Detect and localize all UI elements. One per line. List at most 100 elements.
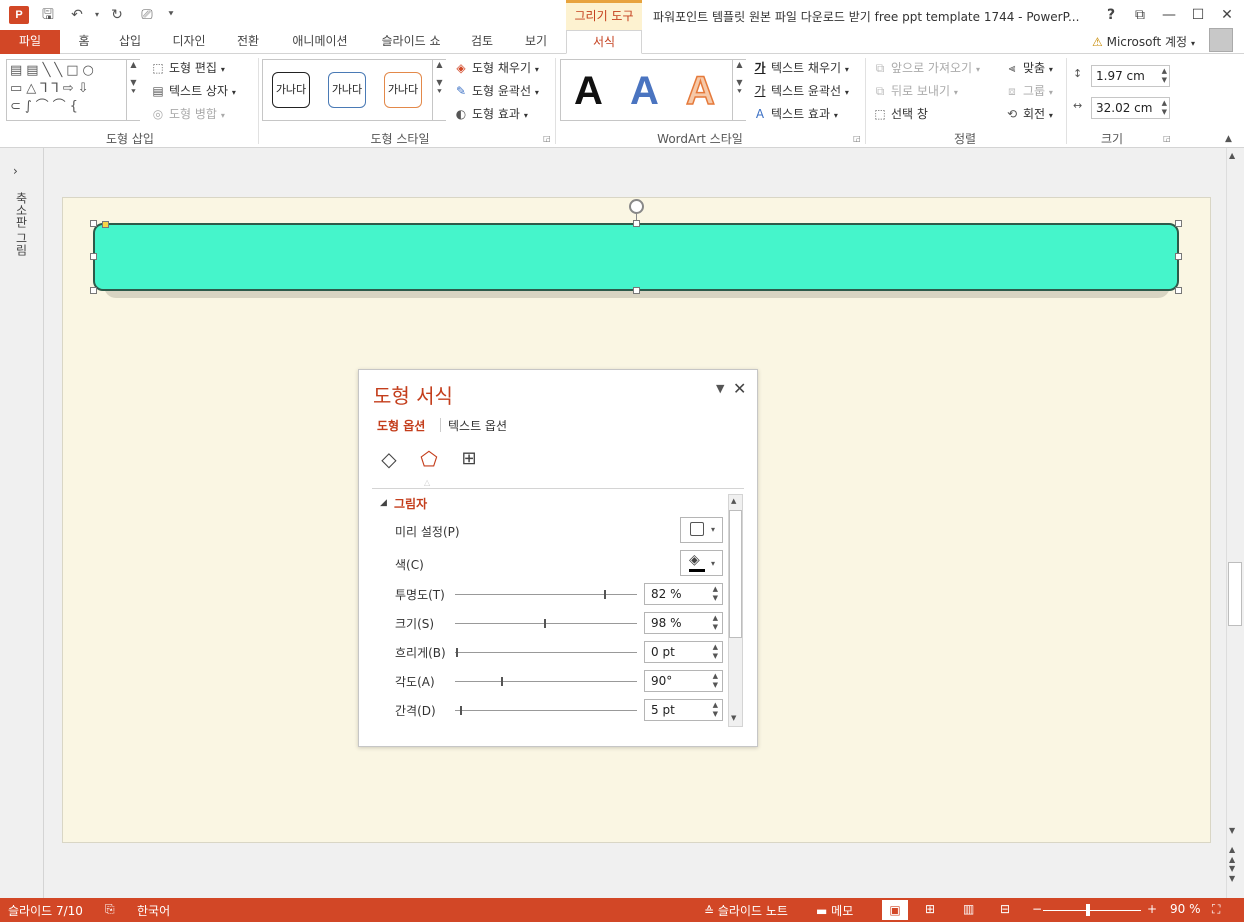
property-slider-knob[interactable] [456, 648, 458, 657]
rotate-handle-icon[interactable] [629, 199, 644, 214]
undo-icon[interactable]: ↶ [66, 6, 88, 24]
size-launcher-icon[interactable]: ◲ [1163, 134, 1171, 143]
shape-outline-button[interactable]: ✎ 도형 윤곽선 ▾ [453, 81, 539, 101]
property-slider-knob[interactable] [460, 706, 462, 715]
pane-options-icon[interactable]: ▼ [716, 382, 724, 395]
notes-button[interactable]: ≙ 슬라이드 노트 [704, 902, 788, 919]
pane-close-icon[interactable]: ✕ [733, 379, 746, 398]
pane-scroll-up-icon[interactable]: ▲ [731, 497, 736, 505]
spin-arrows-icon[interactable]: ▲ ▼ [713, 585, 718, 603]
text-outline-button[interactable]: 가 텍스트 윤곽선 ▾ [752, 81, 848, 101]
resize-handle-left[interactable] [90, 253, 97, 260]
height-spin-icon[interactable]: ▲ ▼ [1162, 67, 1167, 85]
zoom-out-icon[interactable]: − [1032, 902, 1042, 916]
spin-arrows-icon[interactable]: ▲ ▼ [713, 614, 718, 632]
user-avatar[interactable] [1209, 28, 1233, 52]
shapes-gallery[interactable]: ▤▤╲╲□○ ▭△⅂⅂⇨⇩ ⊂∫⌒⌒{ ▲ ▼ ⯆ [6, 59, 140, 121]
edit-shape-button[interactable]: ⬚ 도형 편집 ▾ [150, 58, 225, 78]
property-value-input[interactable]: 90° ▲ ▼ [644, 670, 723, 692]
undo-dropdown-icon[interactable]: ▾ [86, 6, 108, 24]
resize-handle-top-left[interactable] [90, 220, 97, 227]
shape-width-input[interactable]: 32.02 cm ▲ ▼ [1091, 97, 1170, 119]
scroll-up-icon[interactable]: ▲ [1229, 151, 1235, 160]
slide-sorter-view-icon[interactable]: ⊞ [925, 902, 935, 916]
text-fill-button[interactable]: 가 텍스트 채우기 ▾ [752, 58, 848, 78]
spell-check-icon[interactable]: ⎘ [105, 902, 115, 917]
expand-thumbnails-icon[interactable]: › [13, 164, 18, 178]
wordart-style-black[interactable]: A [574, 66, 603, 116]
property-slider-track[interactable] [455, 652, 637, 653]
tab-insert[interactable]: 삽입 [112, 30, 148, 54]
normal-view-icon[interactable]: ▣ [882, 900, 908, 920]
tab-text-options[interactable]: 텍스트 옵션 [448, 417, 507, 434]
spin-arrows-icon[interactable]: ▲ ▼ [713, 672, 718, 690]
text-effects-button[interactable]: A 텍스트 효과 ▾ [752, 104, 838, 124]
wordart-scroll[interactable]: ▲ ▼ ⯆ [732, 60, 746, 120]
slide-counter[interactable]: 슬라이드 7/10 [8, 902, 83, 919]
tab-home[interactable]: 홈 [70, 30, 98, 54]
next-slide-icon[interactable]: ▼ ▼ [1229, 864, 1235, 884]
shapes-gallery-scroll[interactable]: ▲ ▼ ⯆ [126, 60, 140, 120]
zoom-in-icon[interactable]: + [1147, 902, 1157, 916]
property-slider-track[interactable] [455, 710, 637, 711]
save-icon[interactable]: 🖫 [37, 6, 59, 24]
shadow-section-title[interactable]: 그림자 [394, 495, 427, 512]
resize-handle-top-right[interactable] [1175, 220, 1182, 227]
property-value-input[interactable]: 98 % ▲ ▼ [644, 612, 723, 634]
property-slider-knob[interactable] [501, 677, 503, 686]
resize-handle-top[interactable] [633, 220, 640, 227]
resize-handle-bottom-right[interactable] [1175, 287, 1182, 294]
shape-fill-button[interactable]: ◈ 도형 채우기 ▾ [453, 58, 538, 78]
wordart-style-orange[interactable]: A [685, 66, 715, 116]
tab-review[interactable]: 검토 [466, 30, 498, 54]
spin-arrows-icon[interactable]: ▲ ▼ [713, 643, 718, 661]
property-slider-track[interactable] [455, 623, 637, 624]
close-window-button[interactable]: ✕ [1215, 4, 1239, 26]
zoom-slider-knob[interactable] [1086, 904, 1090, 916]
shape-height-input[interactable]: 1.97 cm ▲ ▼ [1091, 65, 1170, 87]
presets-dropdown[interactable]: ▾ [680, 517, 723, 543]
maximize-button[interactable]: ☐ [1186, 4, 1210, 26]
shape-styles-launcher-icon[interactable]: ◲ [543, 134, 551, 143]
fit-to-window-icon[interactable]: ⛶ [1212, 902, 1220, 917]
rotate-button[interactable]: ⟲ 회전 ▾ [1004, 104, 1053, 124]
selection-pane-button[interactable]: ⬚ 선택 창 [872, 104, 928, 124]
vertical-scroll-thumb[interactable] [1228, 562, 1242, 626]
tab-design[interactable]: 디자인 [166, 30, 212, 54]
tab-slideshow[interactable]: 슬라이드 쇼 [374, 30, 448, 54]
property-slider-track[interactable] [455, 681, 637, 682]
group-button[interactable]: ⧈ 그룹 ▾ [1004, 81, 1053, 101]
wordart-style-blue[interactable]: A [630, 66, 659, 116]
text-box-button[interactable]: ▤ 텍스트 상자 ▾ [150, 81, 236, 101]
tab-view[interactable]: 보기 [518, 30, 554, 54]
customize-toolbar-icon[interactable]: ⯆ [160, 6, 182, 24]
size-properties-icon[interactable]: ⊞ [456, 446, 482, 472]
zoom-slider-track[interactable] [1043, 910, 1141, 911]
comments-button[interactable]: ▬ 메모 [816, 902, 853, 919]
collapse-section-icon[interactable]: ◢ [380, 498, 387, 508]
tab-file[interactable]: 파일 [0, 30, 60, 54]
property-value-input[interactable]: 0 pt ▲ ▼ [644, 641, 723, 663]
scroll-down-icon[interactable]: ▼ [1229, 826, 1235, 835]
property-slider-track[interactable] [455, 594, 637, 595]
bring-forward-button[interactable]: ⧉ 앞으로 가져오기 ▾ [872, 58, 980, 78]
tab-animations[interactable]: 애니메이션 [284, 30, 356, 54]
reading-view-icon[interactable]: ▥ [963, 902, 974, 916]
shape-style-orange[interactable]: 가나다 [384, 72, 422, 108]
send-backward-button[interactable]: ⧉ 뒤로 보내기 ▾ [872, 81, 958, 101]
previous-slide-icon[interactable]: ▲ ▲ [1229, 845, 1235, 865]
ribbon-display-options-icon[interactable]: ⧉ [1128, 4, 1152, 26]
property-value-input[interactable]: 5 pt ▲ ▼ [644, 699, 723, 721]
minimize-button[interactable]: — [1157, 4, 1181, 26]
collapse-ribbon-icon[interactable]: ▲ [1225, 134, 1232, 144]
pane-scroll-down-icon[interactable]: ▼ [731, 714, 736, 722]
account-menu[interactable]: ⚠ Microsoft 계정 ▾ [1092, 33, 1195, 50]
start-slideshow-icon[interactable]: ⎚ [136, 6, 158, 24]
effects-pentagon-icon[interactable]: ⬠ [416, 446, 442, 472]
thumbnail-pane-collapsed[interactable] [0, 148, 44, 898]
resize-handle-right[interactable] [1175, 253, 1182, 260]
fill-line-icon[interactable]: ◇ [376, 446, 402, 472]
property-slider-knob[interactable] [604, 590, 606, 599]
zoom-level[interactable]: 90 % [1170, 902, 1201, 916]
property-slider-knob[interactable] [544, 619, 546, 628]
